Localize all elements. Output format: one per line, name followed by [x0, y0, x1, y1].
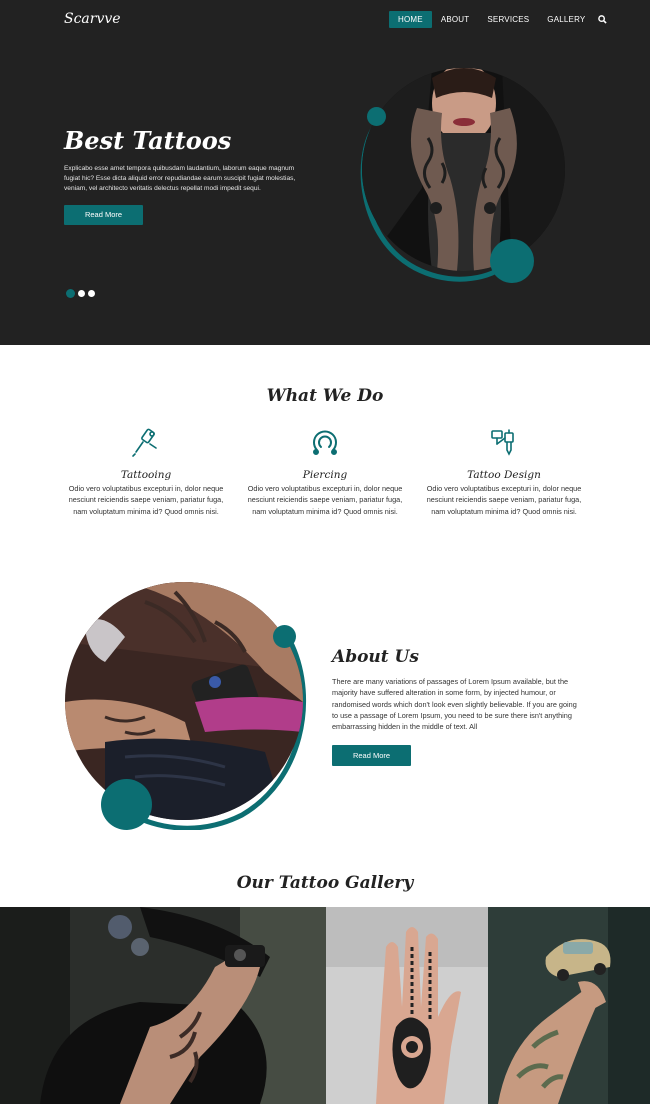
service-description: Odio vero voluptatibus excepturi in, dol…: [68, 484, 224, 516]
slider-dot-1[interactable]: [66, 289, 75, 298]
main-nav: HOME ABOUT SERVICES GALLERY: [389, 11, 610, 28]
about-image: [65, 582, 303, 820]
service-tattoo-design: Tattoo Design Odio vero voluptatibus exc…: [424, 426, 584, 517]
service-piercing: Piercing Odio vero voluptatibus exceptur…: [245, 426, 405, 517]
nav-services[interactable]: SERVICES: [478, 11, 538, 28]
service-description: Odio vero voluptatibus excepturi in, dol…: [426, 484, 582, 516]
tattoo-gun-icon: [488, 426, 520, 458]
decor-ball-large: [490, 239, 534, 283]
service-name: Piercing: [302, 469, 348, 481]
hero-image: [362, 68, 565, 271]
search-icon[interactable]: [596, 11, 610, 28]
site-logo[interactable]: Scarvve: [64, 11, 121, 27]
slider-dot-3[interactable]: [88, 290, 95, 297]
decor-ball-small: [367, 107, 386, 126]
nav-about[interactable]: ABOUT: [432, 11, 479, 28]
hero-read-more-button[interactable]: Read More: [64, 205, 143, 225]
decor-ball-large: [101, 779, 152, 830]
gallery-image-3[interactable]: [488, 907, 650, 1104]
piercing-ring-icon: [309, 426, 341, 458]
service-tattooing: Tattooing Odio vero voluptatibus exceptu…: [66, 426, 226, 517]
gallery-image-1[interactable]: [0, 907, 326, 1104]
service-name: Tattooing: [120, 469, 172, 481]
about-text: There are many variations of passages of…: [332, 677, 577, 732]
nav-gallery[interactable]: GALLERY: [538, 11, 594, 28]
tattoo-machine-icon: [130, 426, 162, 458]
about-title: About Us: [332, 647, 419, 667]
slider-dots: [66, 289, 95, 298]
services-title: What We Do: [266, 386, 384, 406]
gallery-title: Our Tattoo Gallery: [236, 873, 414, 893]
hero-title: Best Tattoos: [64, 126, 232, 155]
gallery-grid: [0, 907, 650, 1104]
hero-section: Scarvve HOME ABOUT SERVICES GALLERY Best…: [0, 0, 650, 345]
slider-dot-2[interactable]: [78, 290, 85, 297]
decor-ball-small: [273, 625, 296, 648]
about-read-more-button[interactable]: Read More: [332, 745, 411, 766]
hero-text: Explicabo esse amet tempora quibusdam la…: [64, 165, 296, 192]
service-name: Tattoo Design: [467, 469, 541, 481]
service-description: Odio vero voluptatibus excepturi in, dol…: [247, 484, 403, 516]
gallery-image-2[interactable]: [326, 907, 488, 1104]
nav-home[interactable]: HOME: [389, 11, 432, 28]
